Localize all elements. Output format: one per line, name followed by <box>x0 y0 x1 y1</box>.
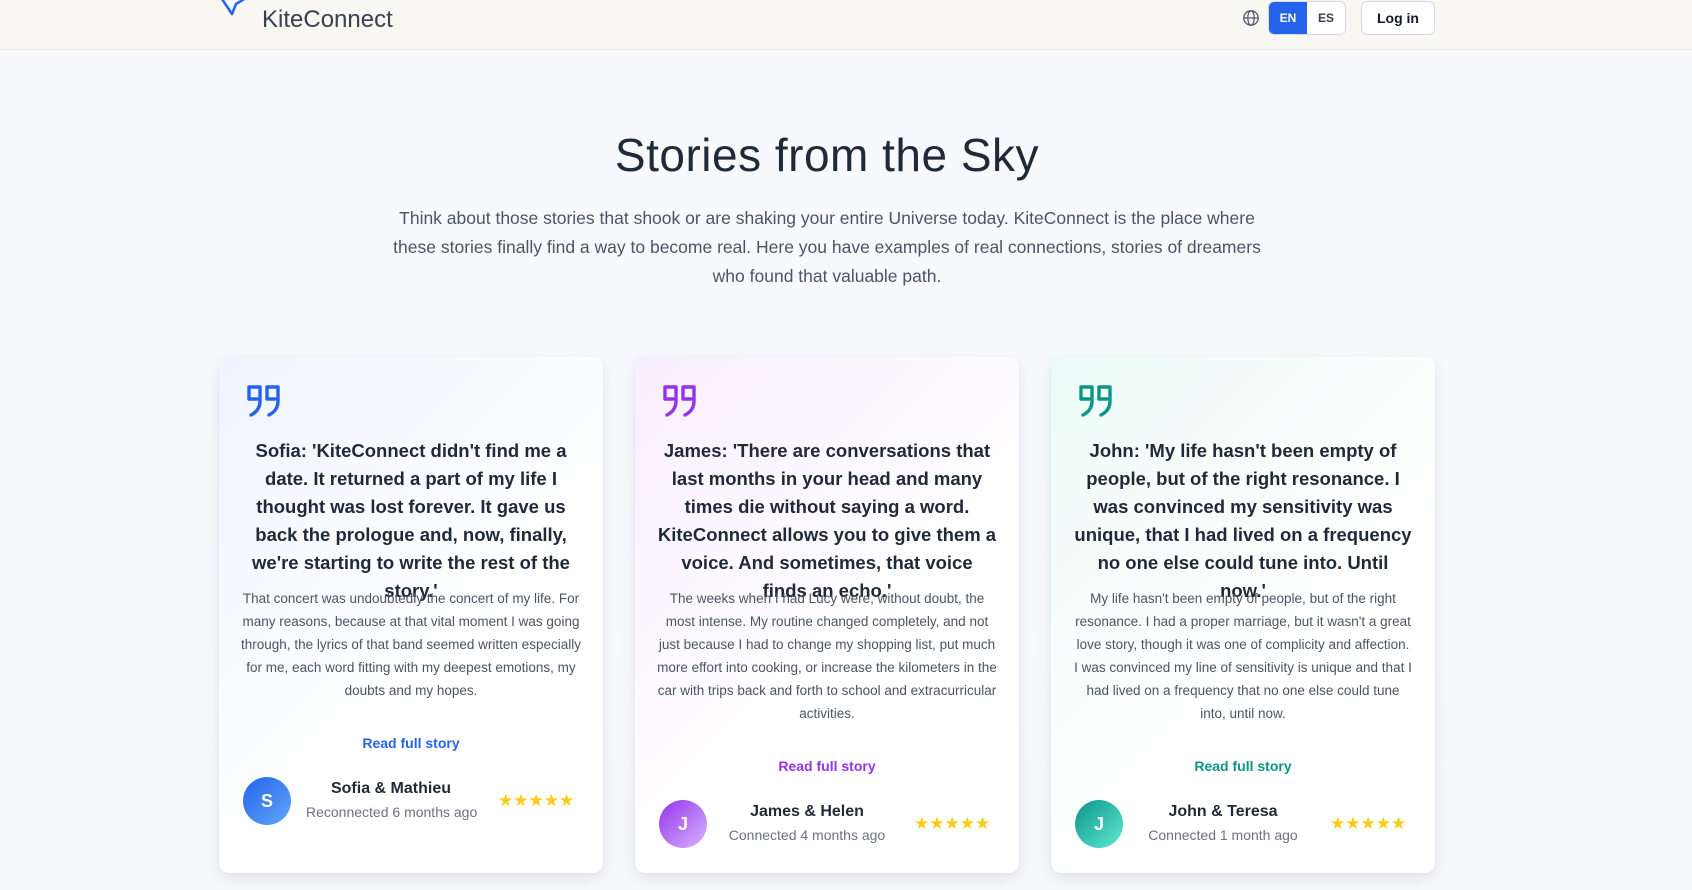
story-quote: James: 'There are conversations that las… <box>657 440 997 601</box>
author-names: Sofia & Mathieu <box>330 780 451 797</box>
story-excerpt: The weeks when I had Lucy were, without … <box>657 591 997 721</box>
story-quote: Sofia: 'KiteConnect didn't find me a dat… <box>252 440 570 601</box>
language-switcher: EN ES <box>1268 1 1346 35</box>
login-button[interactable]: Log in <box>1361 1 1435 35</box>
read-full-story-link[interactable]: Read full story <box>1051 758 1435 774</box>
top-navigation-bar: KiteConnect EN ES Log in <box>0 0 1692 50</box>
story-card-john: John: 'My life hasn't been empty of peop… <box>1051 357 1435 873</box>
story-excerpt: That concert was undoubtedly the concert… <box>241 591 581 698</box>
avatar: J <box>659 800 707 848</box>
story-card-sofia: Sofia: 'KiteConnect didn't find me a dat… <box>219 357 603 873</box>
page-subtitle: Think about those stories that shook or … <box>393 208 1261 286</box>
story-excerpt: My life hasn't been empty of people, but… <box>1074 591 1412 721</box>
rating-stars-icon: ★★★★★ <box>914 814 991 834</box>
story-quote: John: 'My life hasn't been empty of peop… <box>1074 440 1412 601</box>
kite-logo-icon <box>221 0 246 16</box>
read-full-story-link[interactable]: Read full story <box>635 758 1019 774</box>
globe-icon <box>1243 10 1259 26</box>
connection-time: Connected 4 months ago <box>728 827 886 843</box>
quote-icon <box>247 385 280 417</box>
story-card-james: James: 'There are conversations that las… <box>635 357 1019 873</box>
rating-stars-icon: ★★★★★ <box>498 791 575 811</box>
page-title: Stories from the Sky <box>614 129 1040 181</box>
connection-time: Reconnected 6 months ago <box>306 804 478 820</box>
rating-stars-icon: ★★★★★ <box>1330 814 1407 834</box>
avatar: S <box>243 777 291 825</box>
author-names: John & Teresa <box>1168 803 1278 820</box>
language-es-button[interactable]: ES <box>1307 2 1345 34</box>
language-en-button[interactable]: EN <box>1269 2 1307 34</box>
quote-icon <box>1079 385 1112 417</box>
read-full-story-link[interactable]: Read full story <box>219 735 603 751</box>
story-author: J James & Helen Connected 4 months ago ★… <box>659 800 997 850</box>
story-author: J John & Teresa Connected 1 month ago ★★… <box>1075 800 1413 850</box>
story-author: S Sofia & Mathieu Reconnected 6 months a… <box>243 777 581 827</box>
connection-time: Connected 1 month ago <box>1148 827 1298 843</box>
author-names: James & Helen <box>750 803 864 820</box>
avatar: J <box>1075 800 1123 848</box>
quote-icon <box>663 385 696 417</box>
brand-name: KiteConnect <box>262 6 393 33</box>
